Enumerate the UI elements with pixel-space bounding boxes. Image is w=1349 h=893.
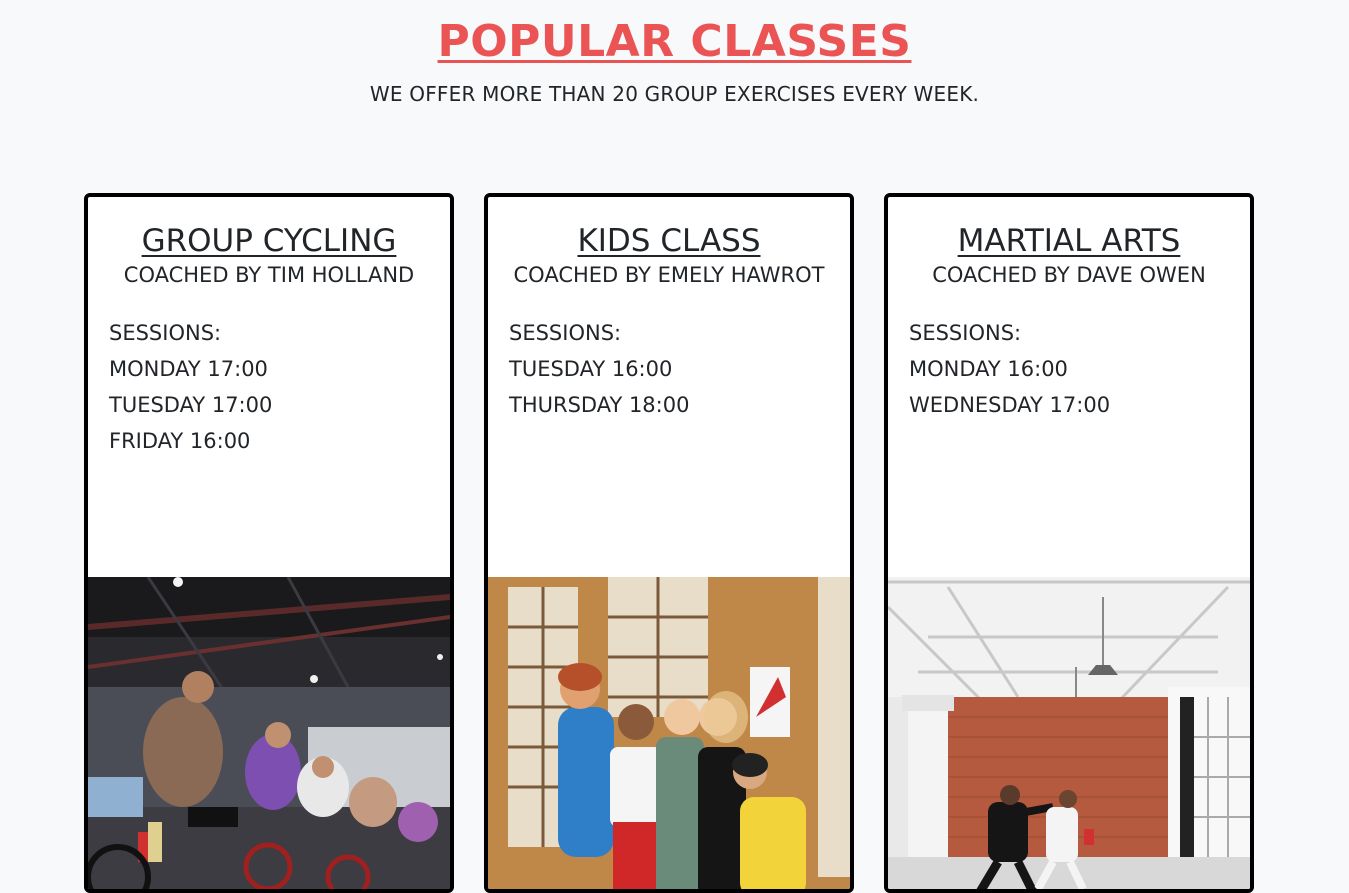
session-item: MONDAY 16:00 [909,357,1068,381]
section-header: POPULAR CLASSES WE OFFER MORE THAN 20 GR… [0,0,1349,106]
class-sessions: SESSIONS: TUESDAY 16:00 THURSDAY 18:00 [488,315,850,423]
page-subtitle: WE OFFER MORE THAN 20 GROUP EXERCISES EV… [369,82,980,106]
class-sessions: SESSIONS: MONDAY 17:00 TUESDAY 17:00 FRI… [88,315,450,459]
class-title: KIDS CLASS [577,223,761,259]
session-item: THURSDAY 18:00 [509,393,690,417]
martial-arts-photo [888,577,1250,889]
class-coach: COACHED BY EMELY HAWROT [513,263,825,287]
class-sessions: SESSIONS: MONDAY 16:00 WEDNESDAY 17:00 [888,315,1250,423]
session-item: MONDAY 17:00 [109,357,268,381]
class-card-martial-arts: MARTIAL ARTS COACHED BY DAVE OWEN SESSIO… [884,193,1254,893]
session-item: WEDNESDAY 17:00 [909,393,1111,417]
page-title: POPULAR CLASSES [437,16,912,67]
class-title: GROUP CYCLING [141,223,397,259]
session-item: TUESDAY 16:00 [509,357,673,381]
sessions-label: SESSIONS: [909,321,1022,345]
group-cycling-photo [88,577,450,889]
sessions-label: SESSIONS: [109,321,222,345]
class-title: MARTIAL ARTS [957,223,1181,259]
class-card-group-cycling: GROUP CYCLING COACHED BY TIM HOLLAND SES… [84,193,454,893]
session-item: FRIDAY 16:00 [109,429,251,453]
kids-class-photo [488,577,850,889]
class-card-kids-class: KIDS CLASS COACHED BY EMELY HAWROT SESSI… [484,193,854,893]
sessions-label: SESSIONS: [509,321,622,345]
class-coach: COACHED BY TIM HOLLAND [123,263,415,287]
session-item: TUESDAY 17:00 [109,393,273,417]
class-cards: GROUP CYCLING COACHED BY TIM HOLLAND SES… [84,193,1254,893]
class-coach: COACHED BY DAVE OWEN [932,263,1206,287]
